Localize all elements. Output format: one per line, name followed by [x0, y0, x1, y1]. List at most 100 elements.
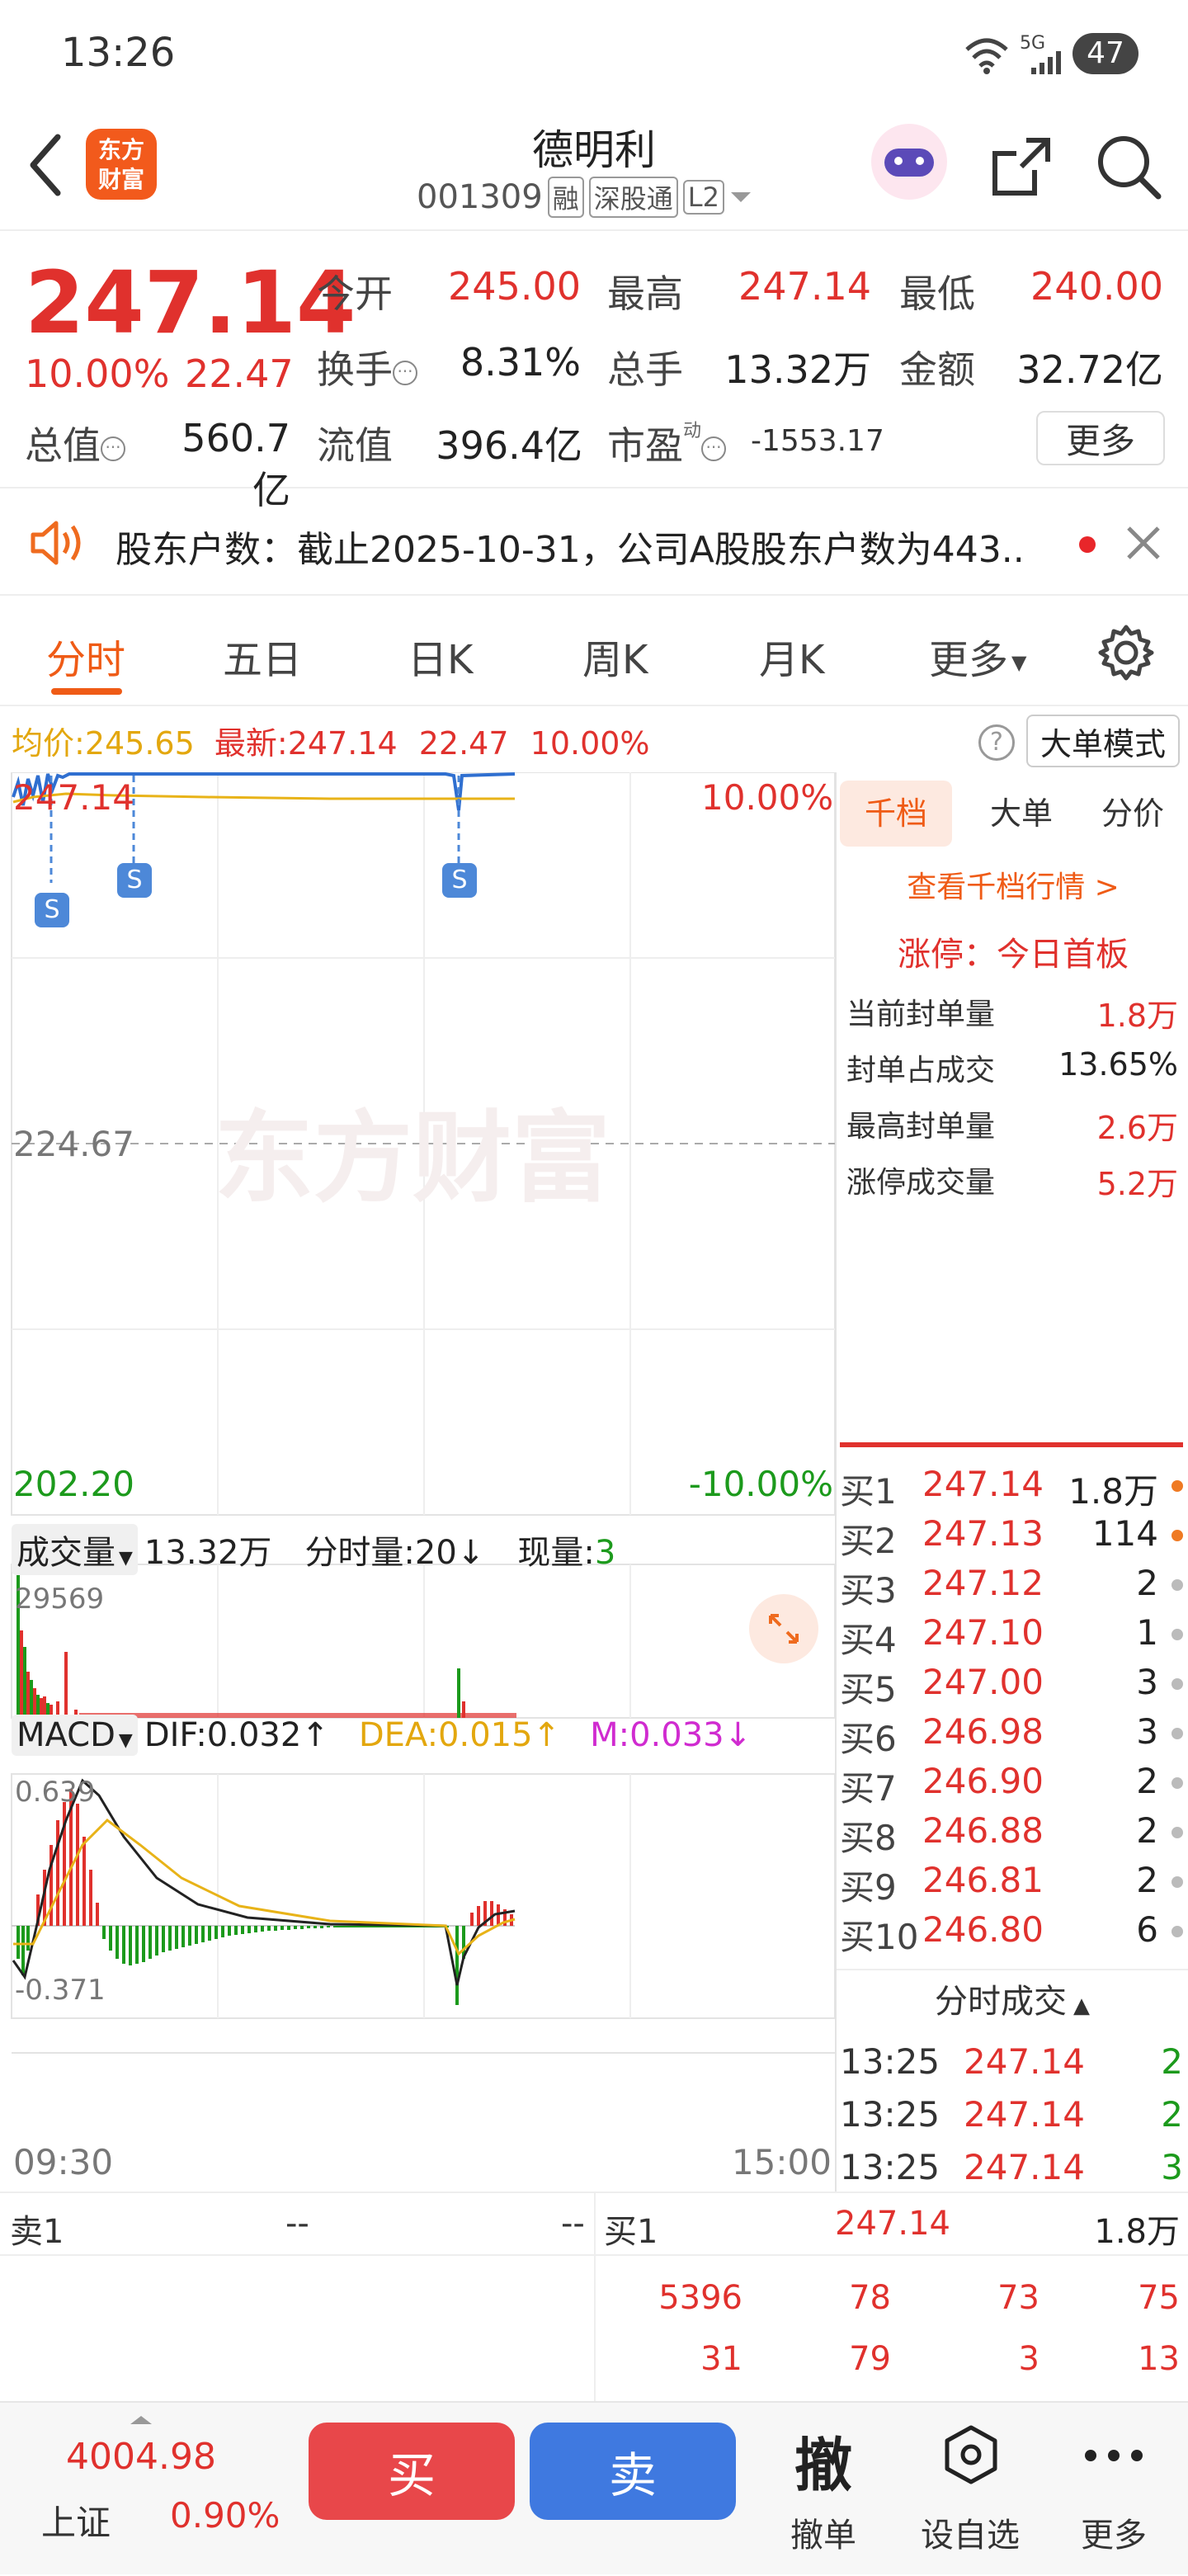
queue-cell: 5396: [658, 2279, 742, 2317]
tab-intraday[interactable]: 分时: [46, 627, 125, 685]
order-book-row[interactable]: 买5 247.00 3: [840, 1662, 1186, 1711]
expand-icon[interactable]: [749, 1594, 818, 1663]
bid-ask-summary: 卖1 -- -- 买1 247.14 1.8万 5396 78 73 75 31…: [0, 2191, 1188, 2403]
status-bar: 13:26 5G 47: [0, 0, 1188, 107]
index-ticker[interactable]: 4004.98 上证 0.90%: [0, 2403, 289, 2576]
volume-value: 13.32万: [724, 347, 871, 392]
open-value: 245.00: [448, 264, 581, 309]
pe-label[interactable]: 市盈动···: [607, 416, 727, 470]
order-book-row[interactable]: 买6 246.98 3: [840, 1711, 1186, 1761]
index-pct: 0.90%: [170, 2495, 280, 2536]
float-label: 流值: [317, 423, 393, 468]
bottom-toolbar: 4004.98 上证 0.90% 买 卖 撤 撤单 设自选 更多: [0, 2401, 1188, 2574]
volume-axis-max: 29569: [15, 1583, 105, 1616]
low-label: 最低: [899, 271, 975, 316]
volume-header: 成交量 ▼ 13.32万 分时量:20↓ 现量:3: [12, 1523, 615, 1576]
active-tab-underline: [51, 688, 122, 695]
mcap-label[interactable]: 总值 ···: [25, 416, 125, 470]
volume-total: 13.32万: [144, 1534, 272, 1572]
axis-top-price: 247.14: [13, 777, 134, 818]
sell1-label: 卖1: [10, 2213, 64, 2251]
add-watchlist-button[interactable]: 设自选: [912, 2403, 1028, 2576]
tab-thousand-level[interactable]: 千档: [840, 781, 952, 847]
pe-value: -1553.17: [751, 424, 884, 458]
tick-row: 13:25 247.14 3: [840, 2147, 1183, 2187]
tab-weekly-k[interactable]: 周K: [582, 627, 648, 685]
tag-margin: 融: [547, 177, 584, 218]
order-book-row[interactable]: 买3 247.12 2: [840, 1563, 1186, 1612]
close-icon[interactable]: [1124, 523, 1163, 563]
buy-button[interactable]: 买: [309, 2423, 515, 2520]
stock-code: 001309: [417, 178, 543, 216]
turnover-label[interactable]: 换手 ···: [317, 340, 417, 394]
help-icon[interactable]: ?: [978, 724, 1015, 761]
order-book-row[interactable]: 买7 246.90 2: [840, 1761, 1186, 1810]
assistant-avatar-icon[interactable]: [871, 124, 947, 200]
axis-top-pct: 10.00%: [701, 777, 834, 818]
order-book-row[interactable]: 买9 246.81 2: [840, 1860, 1186, 1909]
caret-up-icon: ▲: [1073, 1993, 1090, 2018]
stock-code-row[interactable]: 001309 融 深股通 L2: [417, 177, 752, 218]
buy1-label: 买1: [604, 2213, 658, 2251]
axis-mid-price: 224.67: [13, 1124, 134, 1164]
axis-bottom-price: 202.20: [13, 1464, 134, 1504]
buy1-volume: 1.8万: [1094, 2213, 1180, 2251]
buy1-price: 247.14: [835, 2205, 950, 2243]
sell-button[interactable]: 卖: [530, 2423, 736, 2520]
battery-icon: 47: [1072, 33, 1138, 74]
sell-signal-marker[interactable]: S: [117, 863, 152, 898]
queue-cell: 79: [849, 2340, 891, 2378]
sell-signal-marker[interactable]: S: [442, 863, 477, 898]
tab-five-day[interactable]: 五日: [223, 627, 302, 685]
more-dots-icon: [1085, 2450, 1143, 2461]
view-thousand-level-link[interactable]: 查看千档行情 >: [840, 863, 1186, 906]
more-menu-button[interactable]: 更多: [1056, 2403, 1172, 2576]
high-value: 247.14: [738, 264, 871, 309]
order-book-row[interactable]: 买8 246.88 2: [840, 1810, 1186, 1860]
order-book-row[interactable]: 买1 247.14 1.8万: [840, 1464, 1186, 1513]
chart-area: 均价:245.65 最新:247.14 22.47 10.00% ? 大单模式: [0, 706, 1188, 2191]
settings-gear-icon[interactable]: [1097, 624, 1155, 682]
order-book-row[interactable]: 买10 246.80 6: [840, 1909, 1186, 1959]
last-price: 247.14: [25, 252, 356, 353]
tab-daily-k[interactable]: 日K: [408, 627, 473, 685]
order-book-row[interactable]: 买4 247.10 1: [840, 1612, 1186, 1662]
queue-cell: 3: [1018, 2340, 1040, 2378]
watermark: 东方财富: [214, 1102, 610, 1216]
order-book-row[interactable]: 买2 247.13 114: [840, 1513, 1186, 1563]
tab-monthly-k[interactable]: 月K: [759, 627, 824, 685]
tag-connect: 深股通: [588, 177, 678, 218]
back-icon[interactable]: [25, 132, 66, 198]
tick-trades-header[interactable]: 分时成交 ▲: [837, 1969, 1188, 2031]
tab-big-order[interactable]: 大单: [972, 781, 1071, 847]
notice-banner[interactable]: 股东户数：截止2025-10-31，公司A股股东户数为443..: [0, 490, 1188, 596]
macd-indicator-select[interactable]: MACD ▼: [12, 1715, 138, 1756]
tab-price-dist[interactable]: 分价: [1079, 781, 1186, 847]
info-icon: ···: [101, 436, 125, 461]
big-order-mode-button[interactable]: 大单模式: [1026, 715, 1180, 767]
search-icon[interactable]: [1094, 132, 1163, 201]
chart-tabs: 分时 五日 日K 周K 月K 更多 ▼: [0, 596, 1188, 706]
tab-more[interactable]: 更多 ▼: [929, 627, 1026, 685]
app-logo: 东方 财富: [86, 129, 157, 200]
order-book-divider: [840, 1442, 1183, 1447]
time-start: 09:30: [13, 2142, 114, 2182]
tag-level2: L2: [682, 180, 724, 215]
cancel-order-button[interactable]: 撤 撤单: [766, 2403, 881, 2576]
speaker-icon: [31, 521, 81, 565]
share-icon[interactable]: [988, 134, 1054, 200]
wifi-icon: [965, 38, 1008, 74]
side-tabs: 千档 大单 分价: [840, 781, 1186, 847]
stock-header: 东方 财富 德明利 001309 融 深股通 L2: [0, 107, 1188, 231]
sell-signal-marker[interactable]: S: [35, 893, 69, 927]
queue-cell: 73: [997, 2279, 1040, 2317]
battery-level: 47: [1087, 36, 1124, 70]
volume-indicator-select[interactable]: 成交量 ▼: [12, 1524, 138, 1575]
change-pct: 10.00%: [25, 351, 170, 396]
queue-cell: 31: [700, 2340, 742, 2378]
signal-icon: [1031, 51, 1061, 74]
tick-row: 13:25 247.14 2: [840, 2094, 1183, 2135]
more-quote-button[interactable]: 更多: [1036, 411, 1165, 465]
caret-down-icon: [730, 192, 751, 202]
change-amount: 22.47: [185, 351, 294, 396]
